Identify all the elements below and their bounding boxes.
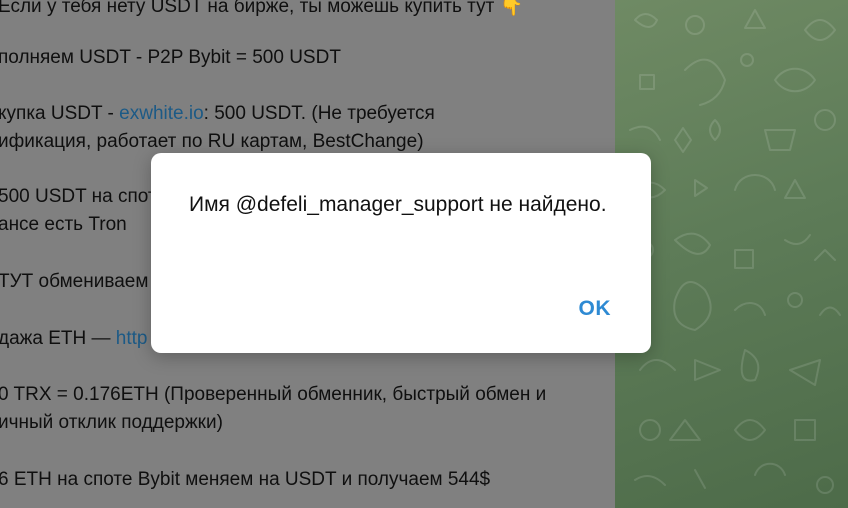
alert-dialog: Имя @defeli_manager_support не найдено. … <box>151 153 651 353</box>
ok-button[interactable]: OK <box>569 293 622 325</box>
dialog-message: Имя @defeli_manager_support не найдено. <box>189 193 607 216</box>
